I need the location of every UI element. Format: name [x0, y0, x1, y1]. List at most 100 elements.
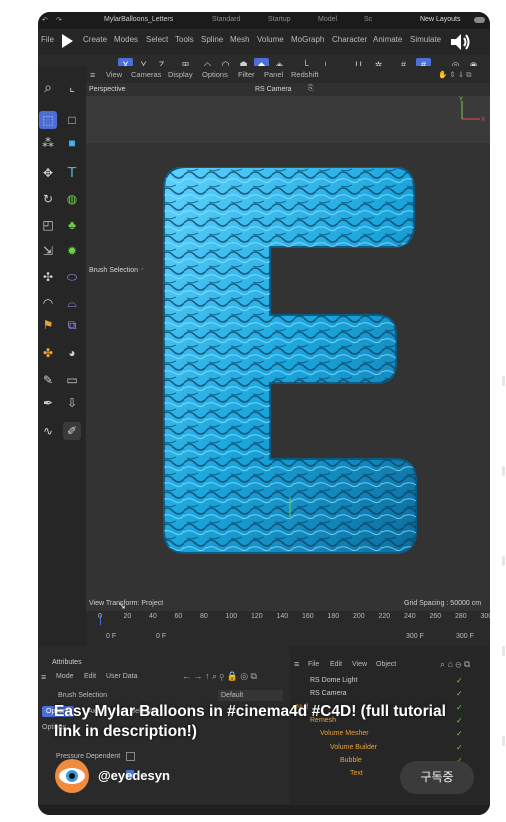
- search-icon[interactable]: ⌕: [39, 78, 57, 96]
- attributes-menu-icon[interactable]: ≡: [41, 672, 46, 682]
- vp-menu-redshift[interactable]: Redshift: [291, 70, 319, 79]
- pen-icon[interactable]: ✒: [39, 394, 57, 412]
- file-tab[interactable]: MylarBalloons_Letters: [104, 16, 173, 23]
- generator-icon[interactable]: ◍: [63, 190, 81, 208]
- subscribed-button[interactable]: 구독중: [400, 761, 474, 794]
- current-frame-field[interactable]: 0 F: [156, 633, 166, 640]
- visibility-check-icon[interactable]: ✓: [456, 689, 463, 698]
- pressure-checkbox[interactable]: [126, 752, 135, 761]
- scale-icon[interactable]: ◰: [39, 216, 57, 234]
- timeline[interactable]: 0204060801001201401601802002202402602803…: [86, 611, 490, 646]
- video-frame[interactable]: ↶ ↷ MylarBalloons_Letters Standard Start…: [38, 12, 490, 815]
- visibility-check-icon[interactable]: ✓: [456, 743, 463, 752]
- objmgr-menu-view[interactable]: View: [352, 661, 367, 668]
- objmgr-menu-edit[interactable]: Edit: [330, 661, 342, 668]
- light-icon[interactable]: ⇩: [63, 394, 81, 412]
- object-row[interactable]: Volume Builder ✓: [290, 743, 490, 755]
- rotate-icon[interactable]: ↻: [39, 190, 57, 208]
- attr-object-name: Brush Selection: [58, 692, 108, 699]
- brush-selection-icon[interactable]: ⬚: [39, 111, 57, 129]
- vp-menu-panel[interactable]: Panel: [264, 70, 283, 79]
- transform-icon[interactable]: ⇲: [39, 242, 57, 260]
- camera-icon[interactable]: ▭: [63, 371, 81, 389]
- camera-lock-icon[interactable]: ⎘: [308, 85, 314, 93]
- timeline-tick-label: 160: [302, 613, 314, 620]
- timeline-tick-label: 60: [174, 613, 183, 620]
- timeline-tick-label: 80: [200, 613, 208, 620]
- svg-text:X: X: [481, 117, 485, 123]
- attr-menu-edit[interactable]: Edit: [84, 673, 96, 680]
- environment-icon[interactable]: ◕: [63, 344, 81, 362]
- brush-icon[interactable]: ⚑: [39, 316, 57, 334]
- start-frame-field[interactable]: 0 F: [106, 633, 116, 640]
- knife-icon[interactable]: ✣: [39, 268, 57, 286]
- objmgr-search-icon[interactable]: ⌕ ⌂ ⊖ ⧉: [440, 659, 470, 670]
- square-icon[interactable]: □: [63, 111, 81, 129]
- menu-create[interactable]: Create: [83, 35, 107, 44]
- cube-icon[interactable]: ■: [63, 134, 81, 152]
- vp-menu-filter[interactable]: Filter: [238, 70, 255, 79]
- sculpt-icon[interactable]: ✎: [39, 371, 57, 389]
- attr-menu-mode[interactable]: Mode: [56, 673, 74, 680]
- brush-info-icon[interactable]: ◦: [141, 266, 143, 273]
- menu-mograph[interactable]: MoGraph: [291, 35, 324, 44]
- video-title: Easy Mylar Balloons in #cinema4d #C4D! (…: [54, 703, 446, 740]
- attr-nav-icons[interactable]: ← → ↑ ⌕ ⚲ 🔒 ◎ ⧉: [182, 671, 257, 682]
- bend-icon[interactable]: ⌓: [63, 294, 81, 312]
- viewport[interactable]: Perspective RS Camera ⎘ Y X Brush Select…: [86, 83, 490, 619]
- redo-icon[interactable]: ↷: [56, 16, 62, 24]
- objmgr-menu-icon[interactable]: ≡: [294, 659, 299, 669]
- field-icon[interactable]: ⧉: [63, 316, 81, 334]
- viewport-camera[interactable]: RS Camera: [255, 86, 292, 93]
- menu-tools[interactable]: Tools: [175, 35, 194, 44]
- magnet-tool-icon[interactable]: ◠: [39, 294, 57, 312]
- objmgr-menu-object[interactable]: Object: [376, 661, 396, 668]
- layout-tab-standard[interactable]: Standard: [212, 16, 240, 23]
- channel-name[interactable]: @eyedesyn: [98, 768, 170, 783]
- new-layouts-button[interactable]: New Layouts: [420, 16, 460, 23]
- live-select-icon[interactable]: ⁂: [39, 134, 57, 152]
- snap-icon[interactable]: ⌞: [63, 78, 81, 96]
- layout-tab-model[interactable]: Model: [318, 16, 337, 23]
- menu-character[interactable]: Character: [332, 35, 367, 44]
- menu-modes[interactable]: Modes: [114, 35, 138, 44]
- objmgr-menu-file[interactable]: File: [308, 661, 319, 668]
- attr-menu-user-data[interactable]: User Data: [106, 673, 138, 680]
- spline-icon[interactable]: ∿: [39, 422, 57, 440]
- layout-tab-startup[interactable]: Startup: [268, 16, 291, 23]
- edit-icon[interactable]: ✐: [63, 422, 81, 440]
- layout-tab-sc[interactable]: Sc: [364, 16, 372, 23]
- paint-icon[interactable]: ✤: [39, 344, 57, 362]
- menu-volume[interactable]: Volume: [257, 35, 284, 44]
- menu-simulate[interactable]: Simulate: [410, 35, 441, 44]
- toggle-icon[interactable]: [474, 17, 485, 23]
- end-frame-field-2[interactable]: 300 F: [456, 633, 474, 640]
- vp-menu-display[interactable]: Display: [168, 70, 193, 79]
- deformer-icon[interactable]: ⬭: [63, 268, 81, 286]
- cloner-icon[interactable]: ♣: [63, 216, 81, 234]
- timeline-tick-label: 180: [327, 613, 340, 620]
- viewport-nav-icons[interactable]: ✋ ⇕ ⇓ ⧉: [438, 70, 472, 80]
- object-row[interactable]: RS Dome Light ✓: [290, 676, 490, 688]
- vp-menu-cameras[interactable]: Cameras: [131, 70, 161, 79]
- channel-avatar[interactable]: [54, 758, 90, 794]
- end-frame-field[interactable]: 300 F: [406, 633, 424, 640]
- visibility-check-icon[interactable]: ✓: [456, 676, 463, 685]
- undo-icon[interactable]: ↶: [42, 16, 48, 24]
- menu-file[interactable]: File: [41, 35, 54, 44]
- menu-animate[interactable]: Animate: [373, 35, 402, 44]
- menu-spline[interactable]: Spline: [201, 35, 223, 44]
- hamburger-icon[interactable]: ≡: [90, 70, 95, 80]
- attr-preset-select[interactable]: Default: [218, 690, 283, 701]
- text-icon[interactable]: T: [63, 164, 81, 182]
- playhead[interactable]: [100, 615, 101, 625]
- volume-icon[interactable]: [450, 32, 472, 52]
- move-icon[interactable]: ✥: [39, 164, 57, 182]
- menu-mesh[interactable]: Mesh: [230, 35, 250, 44]
- vp-menu-view[interactable]: View: [106, 70, 122, 79]
- play-icon[interactable]: [60, 33, 74, 49]
- vp-menu-options[interactable]: Options: [202, 70, 228, 79]
- menu-select[interactable]: Select: [146, 35, 168, 44]
- effector-icon[interactable]: ✹: [63, 242, 81, 260]
- object-row[interactable]: RS Camera ✓: [290, 689, 490, 701]
